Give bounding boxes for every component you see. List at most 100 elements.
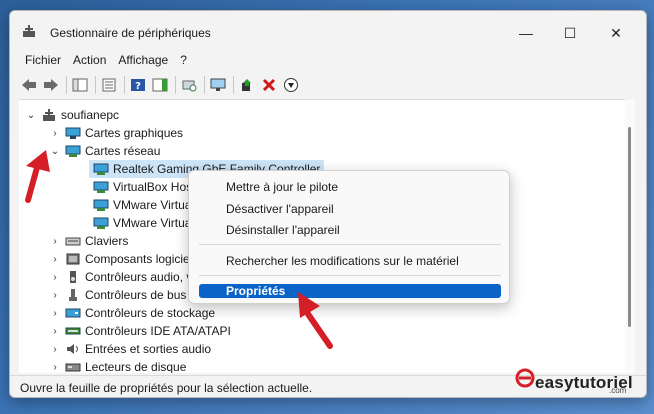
menu-item-disable-device[interactable]: Désactiver l'appareil — [199, 199, 501, 219]
tree-category-lecteurs-disque[interactable]: › Lecteurs de disque — [49, 358, 186, 373]
console-tree-icon — [72, 78, 88, 92]
network-adapter-icon — [93, 181, 109, 193]
network-adapter-icon — [65, 145, 81, 157]
show-hide-console-tree-button[interactable] — [70, 75, 90, 95]
arrow-right-icon — [44, 79, 58, 91]
properties-toolbar-button[interactable] — [99, 75, 119, 95]
menu-bar: Fichier Action Affichage ? — [10, 50, 193, 70]
menu-help[interactable]: ? — [174, 50, 193, 70]
window-title: Gestionnaire de périphériques — [50, 26, 211, 40]
menu-item-uninstall-device[interactable]: Désinstaller l'appareil — [199, 220, 501, 240]
annotation-arrow-icon — [25, 150, 50, 203]
chevron-right-icon[interactable]: › — [49, 326, 61, 337]
action-pane-button[interactable] — [150, 75, 170, 95]
tree-category-controleurs-ide[interactable]: › Contrôleurs IDE ATA/ATAPI — [49, 322, 231, 340]
svg-text:?: ? — [135, 81, 141, 92]
usb-icon — [69, 289, 77, 301]
chevron-right-icon[interactable]: › — [49, 344, 61, 355]
menu-separator — [199, 244, 501, 245]
display-adapter-icon — [65, 127, 81, 139]
toolbar-separator — [66, 76, 67, 94]
tree-category-entrees-sorties-audio[interactable]: › Entrées et sorties audio — [49, 340, 211, 358]
tree-category-claviers[interactable]: › Claviers — [49, 232, 128, 250]
tree-category-controleurs-usb[interactable]: › Contrôleurs de bus U — [49, 286, 198, 304]
chevron-right-icon[interactable]: › — [49, 290, 61, 301]
menu-affichage[interactable]: Affichage — [112, 50, 174, 70]
tree-root-label: soufianepc — [61, 108, 120, 122]
chevron-down-icon[interactable]: ⌄ — [25, 110, 37, 121]
menu-item-update-driver[interactable]: Mettre à jour le pilote — [199, 177, 501, 197]
disk-icon — [65, 363, 81, 372]
tree-item-label: Cartes graphiques — [85, 126, 184, 140]
help-button[interactable]: ? — [128, 75, 148, 95]
chevron-right-icon[interactable]: › — [49, 272, 61, 283]
scan-hardware-icon — [182, 80, 197, 92]
watermark-suffix: .com — [609, 386, 627, 395]
tree-item-label: Entrées et sorties audio — [85, 342, 212, 356]
minimize-icon: — — [519, 25, 533, 41]
menu-action[interactable]: Action — [67, 50, 112, 70]
help-icon: ? — [131, 79, 145, 92]
update-driver-icon — [242, 79, 251, 91]
toolbar-separator — [124, 76, 125, 94]
tree-root[interactable]: ⌄ soufianepc — [25, 106, 119, 124]
chevron-right-icon[interactable]: › — [49, 308, 61, 319]
audio-icon — [70, 271, 76, 283]
menu-fichier[interactable]: Fichier — [19, 50, 67, 70]
menu-item-properties[interactable]: Propriétés — [199, 284, 501, 298]
tree-item-label: Lecteurs de disque — [85, 360, 187, 373]
keyboard-icon — [65, 237, 81, 246]
tree-item-label: Contrôleurs IDE ATA/ATAPI — [85, 324, 231, 338]
maximize-button[interactable]: ☐ — [548, 19, 592, 47]
back-button[interactable] — [19, 75, 39, 95]
toolbar-separator — [233, 76, 234, 94]
enable-device-button[interactable] — [281, 75, 301, 95]
monitor-button[interactable] — [208, 75, 228, 95]
toolbar: ? — [19, 74, 303, 96]
tree-device-virtualbox[interactable]: VirtualBox Host- — [89, 178, 199, 196]
tree-scrollbar[interactable] — [625, 99, 635, 373]
toolbar-separator — [95, 76, 96, 94]
tree-item-label: Cartes réseau — [85, 144, 161, 158]
tree-item-label: Contrôleurs audio, v — [85, 270, 193, 284]
speaker-icon — [67, 344, 78, 354]
properties-icon — [102, 78, 116, 92]
easytutoriel-logo-icon — [515, 368, 535, 388]
uninstall-device-button[interactable] — [259, 75, 279, 95]
chevron-right-icon[interactable]: › — [49, 236, 61, 247]
tree-category-cartes-graphiques[interactable]: › Cartes graphiques — [49, 124, 183, 142]
forward-button[interactable] — [41, 75, 61, 95]
tree-category-controleurs-audio[interactable]: › Contrôleurs audio, v — [49, 268, 192, 286]
tree-item-label: Contrôleurs de stockage — [85, 306, 216, 320]
menu-item-scan-hardware[interactable]: Rechercher les modifications sur le maté… — [199, 251, 501, 271]
software-component-icon — [66, 253, 80, 265]
minimize-button[interactable]: — — [504, 19, 548, 47]
scan-hardware-button[interactable] — [179, 75, 199, 95]
storage-icon — [65, 308, 81, 318]
tree-item-label: Claviers — [85, 234, 129, 248]
tree-category-composants-logiciels[interactable]: › Composants logicie — [49, 250, 190, 268]
close-button[interactable]: ✕ — [594, 19, 638, 47]
watermark: easytutoriel .com — [515, 368, 633, 395]
annotation-arrow-icon — [298, 292, 333, 349]
update-driver-button[interactable] — [237, 75, 257, 95]
chevron-right-icon[interactable]: › — [49, 362, 61, 373]
network-adapter-icon — [93, 217, 109, 229]
ide-icon — [65, 327, 81, 335]
status-text: Ouvre la feuille de propriétés pour la s… — [20, 381, 313, 395]
monitor-icon — [210, 78, 226, 91]
menu-separator — [199, 275, 501, 276]
toolbar-separator — [204, 76, 205, 94]
context-menu: Mettre à jour le pilote Désactiver l'app… — [188, 170, 510, 304]
chevron-right-icon[interactable]: › — [49, 254, 61, 265]
scrollbar-thumb[interactable] — [628, 127, 631, 327]
tree-category-controleurs-stockage[interactable]: › Contrôleurs de stockage — [49, 304, 215, 322]
maximize-icon: ☐ — [563, 24, 577, 41]
chevron-right-icon[interactable]: › — [49, 128, 61, 139]
toolbar-separator — [175, 76, 176, 94]
tree-category-cartes-reseau[interactable]: ⌄ Cartes réseau — [49, 142, 161, 160]
tree-item-label: Composants logicie — [85, 252, 190, 266]
close-icon: ✕ — [610, 24, 622, 41]
download-arrow-icon — [284, 78, 298, 92]
uninstall-x-icon — [262, 78, 276, 92]
